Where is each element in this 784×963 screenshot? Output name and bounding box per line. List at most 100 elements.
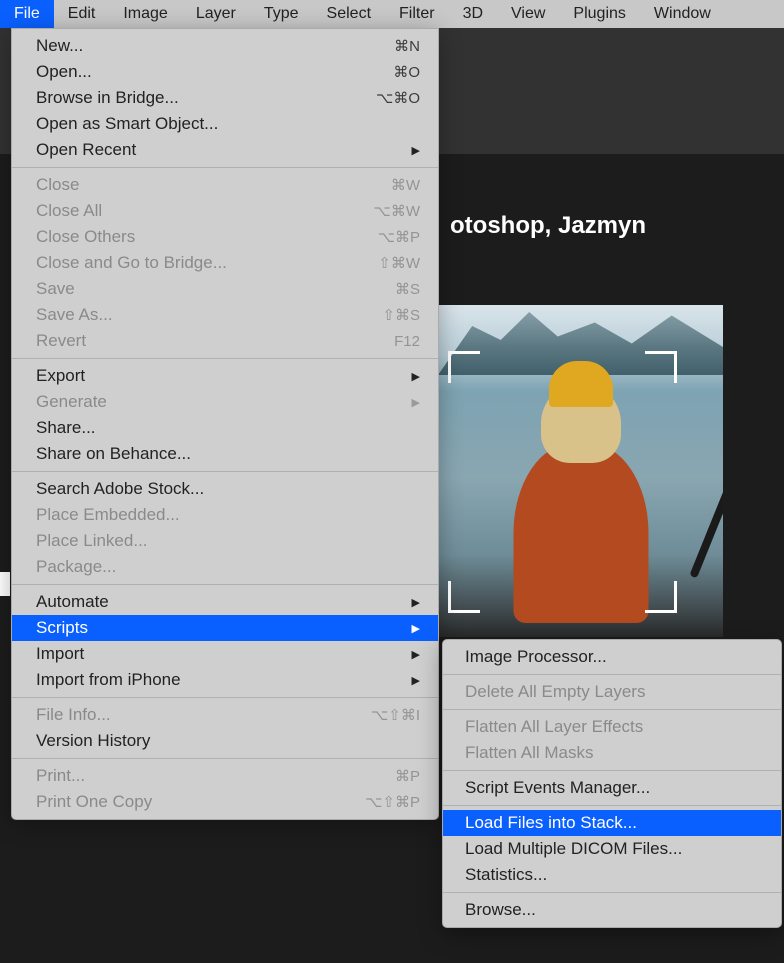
file_menu-item-scripts[interactable]: Scripts▶ xyxy=(12,615,438,641)
submenu-arrow-icon: ▶ xyxy=(412,144,420,157)
file_menu-item-new[interactable]: New... ⌘N xyxy=(12,33,438,59)
sample-image[interactable] xyxy=(438,305,723,637)
scripts_submenu-item-script-events-manager[interactable]: Script Events Manager... xyxy=(443,775,781,801)
scripts_submenu-item-browse[interactable]: Browse... xyxy=(443,897,781,923)
menubar-item-file[interactable]: File xyxy=(0,0,54,28)
figure-body xyxy=(513,443,648,623)
menu-item-shortcut: ⌥⌘W xyxy=(374,202,420,220)
menu-item-label: Share on Behance... xyxy=(36,444,191,464)
file_menu-item-package: Package... xyxy=(12,554,438,580)
menu-item-label: Script Events Manager... xyxy=(465,778,650,798)
menu-item-label: Save xyxy=(36,279,75,299)
menubar-item-plugins[interactable]: Plugins xyxy=(559,0,639,28)
menu-item-shortcut: ⌘P xyxy=(395,767,420,785)
menu-separator xyxy=(443,674,781,675)
scripts_submenu-item-load-multiple-dicom-files[interactable]: Load Multiple DICOM Files... xyxy=(443,836,781,862)
file_menu-item-open-recent[interactable]: Open Recent▶ xyxy=(12,137,438,163)
file_menu-item-import[interactable]: Import▶ xyxy=(12,641,438,667)
paddle xyxy=(689,427,723,578)
file_menu-item-place-linked: Place Linked... xyxy=(12,528,438,554)
menu-item-label: Close All xyxy=(36,201,102,221)
menu-separator xyxy=(443,709,781,710)
menu-item-label: Version History xyxy=(36,731,150,751)
menu-item-label: Load Files into Stack... xyxy=(465,813,637,833)
file_menu-item-close-and-go-to-bridge: Close and Go to Bridge...⇧⌘W xyxy=(12,250,438,276)
menu-item-label: Place Embedded... xyxy=(36,505,180,525)
menu-item-label: Scripts xyxy=(36,618,88,638)
menu-item-label: Save As... xyxy=(36,305,113,325)
menu-item-shortcut: ⌥⇧⌘I xyxy=(371,706,420,724)
menubar-item-layer[interactable]: Layer xyxy=(182,0,250,28)
menu-item-shortcut: ⌘N xyxy=(394,37,420,55)
menu-item-label: Flatten All Layer Effects xyxy=(465,717,643,737)
menu-item-label: Automate xyxy=(36,592,109,612)
file_menu-item-share[interactable]: Share... xyxy=(12,415,438,441)
menubar-item-filter[interactable]: Filter xyxy=(385,0,449,28)
menu-item-shortcut: ⌥⇧⌘P xyxy=(365,793,420,811)
menu-item-label: Open as Smart Object... xyxy=(36,114,218,134)
file_menu-item-share-on-behance[interactable]: Share on Behance... xyxy=(12,441,438,467)
scripts_submenu-item-flatten-all-layer-effects: Flatten All Layer Effects xyxy=(443,714,781,740)
welcome-text: otoshop, Jazmyn xyxy=(450,212,646,240)
menu-item-label: Browse in Bridge... xyxy=(36,88,179,108)
menu-item-label: New... xyxy=(36,36,83,56)
file_menu-item-save-as: Save As... ⇧⌘S xyxy=(12,302,438,328)
menu-item-label: Close Others xyxy=(36,227,135,247)
figure-hat xyxy=(549,361,613,407)
file_menu-item-open[interactable]: Open...⌘O xyxy=(12,59,438,85)
menu-item-shortcut: ⇧⌘W xyxy=(378,254,420,272)
file_menu-item-place-embedded: Place Embedded... xyxy=(12,502,438,528)
scripts_submenu-item-flatten-all-masks: Flatten All Masks xyxy=(443,740,781,766)
menubar-item-edit[interactable]: Edit xyxy=(54,0,110,28)
menu-item-label: Export xyxy=(36,366,85,386)
menu-item-label: Import from iPhone xyxy=(36,670,181,690)
submenu-arrow-icon: ▶ xyxy=(412,674,420,687)
file_menu-item-close: Close⌘W xyxy=(12,172,438,198)
menu-item-label: Generate xyxy=(36,392,107,412)
scripts_submenu-item-image-processor[interactable]: Image Processor... xyxy=(443,644,781,670)
menu-item-shortcut: ⇧⌘S xyxy=(382,306,420,324)
menu-item-label: File Info... xyxy=(36,705,111,725)
file_menu-item-search-adobe-stock[interactable]: Search Adobe Stock... xyxy=(12,476,438,502)
scripts_submenu-item-delete-all-empty-layers: Delete All Empty Layers xyxy=(443,679,781,705)
file_menu-item-browse-in-bridge[interactable]: Browse in Bridge... ⌥⌘O xyxy=(12,85,438,111)
menubar-item-view[interactable]: View xyxy=(497,0,559,28)
menu-item-shortcut: ⌘W xyxy=(391,176,420,194)
file_menu-item-print: Print... ⌘P xyxy=(12,763,438,789)
menubar-item-window[interactable]: Window xyxy=(640,0,725,28)
scripts_submenu-item-load-files-into-stack[interactable]: Load Files into Stack... xyxy=(443,810,781,836)
menu-separator xyxy=(12,584,438,585)
menu-item-label: Print... xyxy=(36,766,85,786)
file-menu: New... ⌘N Open...⌘O Browse in Bridge... ⌥⌘O O… xyxy=(11,28,439,820)
menu-separator xyxy=(12,758,438,759)
menu-item-shortcut: ⌥⌘O xyxy=(376,89,420,107)
file_menu-item-export[interactable]: Export▶ xyxy=(12,363,438,389)
submenu-arrow-icon: ▶ xyxy=(412,596,420,609)
menu-item-label: Browse... xyxy=(465,900,536,920)
menubar-item-3d[interactable]: 3D xyxy=(449,0,497,28)
file_menu-item-save: Save⌘S xyxy=(12,276,438,302)
menu-item-shortcut: ⌘O xyxy=(393,63,420,81)
file_menu-item-open-as-smart-object[interactable]: Open as Smart Object... xyxy=(12,111,438,137)
menu-item-label: Package... xyxy=(36,557,116,577)
scripts_submenu-item-statistics[interactable]: Statistics... xyxy=(443,862,781,888)
menu-separator xyxy=(443,805,781,806)
menubar-item-select[interactable]: Select xyxy=(313,0,385,28)
file_menu-item-version-history[interactable]: Version History xyxy=(12,728,438,754)
menu-item-label: Print One Copy xyxy=(36,792,152,812)
menu-item-label: Import xyxy=(36,644,84,664)
side-panel-tab[interactable] xyxy=(0,572,10,596)
menu-item-label: Delete All Empty Layers xyxy=(465,682,645,702)
menu-item-label: Statistics... xyxy=(465,865,547,885)
menu-item-label: Share... xyxy=(36,418,96,438)
menu-separator xyxy=(12,358,438,359)
file_menu-item-automate[interactable]: Automate ▶ xyxy=(12,589,438,615)
menu-item-label: Image Processor... xyxy=(465,647,607,667)
menubar-item-image[interactable]: Image xyxy=(109,0,181,28)
file_menu-item-import-from-iphone[interactable]: Import from iPhone ▶ xyxy=(12,667,438,693)
file_menu-item-file-info: File Info... ⌥⇧⌘I xyxy=(12,702,438,728)
menu-item-shortcut: ⌥⌘P xyxy=(378,228,420,246)
menu-item-label: Search Adobe Stock... xyxy=(36,479,204,499)
file_menu-item-close-others: Close Others ⌥⌘P xyxy=(12,224,438,250)
menubar-item-type[interactable]: Type xyxy=(250,0,313,28)
